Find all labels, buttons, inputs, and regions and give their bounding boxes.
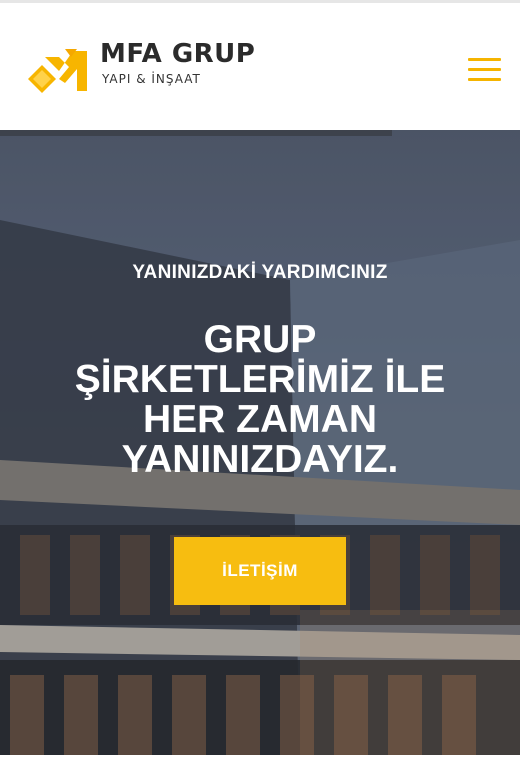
hero-section: YANINIZDAKİ YARDIMCINIZ GRUP ŞİRKETLERİM… — [0, 130, 520, 755]
contact-button[interactable]: İLETİŞİM — [174, 537, 346, 605]
hamburger-menu-icon[interactable] — [468, 58, 501, 82]
page-bottom — [0, 755, 520, 775]
brand-tagline: YAPI & İNŞAAT — [102, 72, 201, 86]
hero-subtitle: YANINIZDAKİ YARDIMCINIZ — [132, 262, 388, 283]
site-header: MFA GRUP YAPI & İNŞAAT — [0, 3, 520, 130]
site-logo[interactable]: MFA GRUP YAPI & İNŞAAT — [25, 39, 265, 99]
hero-title: GRUP ŞİRKETLERİMİZ İLE HER ZAMAN YANINIZ… — [30, 320, 490, 480]
hero-title-line: GRUP — [203, 318, 317, 361]
brand-name: MFA GRUP — [100, 39, 256, 69]
hero-title-line: YANINIZDAYIZ. — [121, 438, 399, 481]
hero-title-line: HER ZAMAN — [143, 398, 377, 441]
mfa-m-diamond-logo-icon — [28, 49, 87, 93]
hero-title-line: ŞİRKETLERİMİZ İLE — [74, 358, 446, 401]
